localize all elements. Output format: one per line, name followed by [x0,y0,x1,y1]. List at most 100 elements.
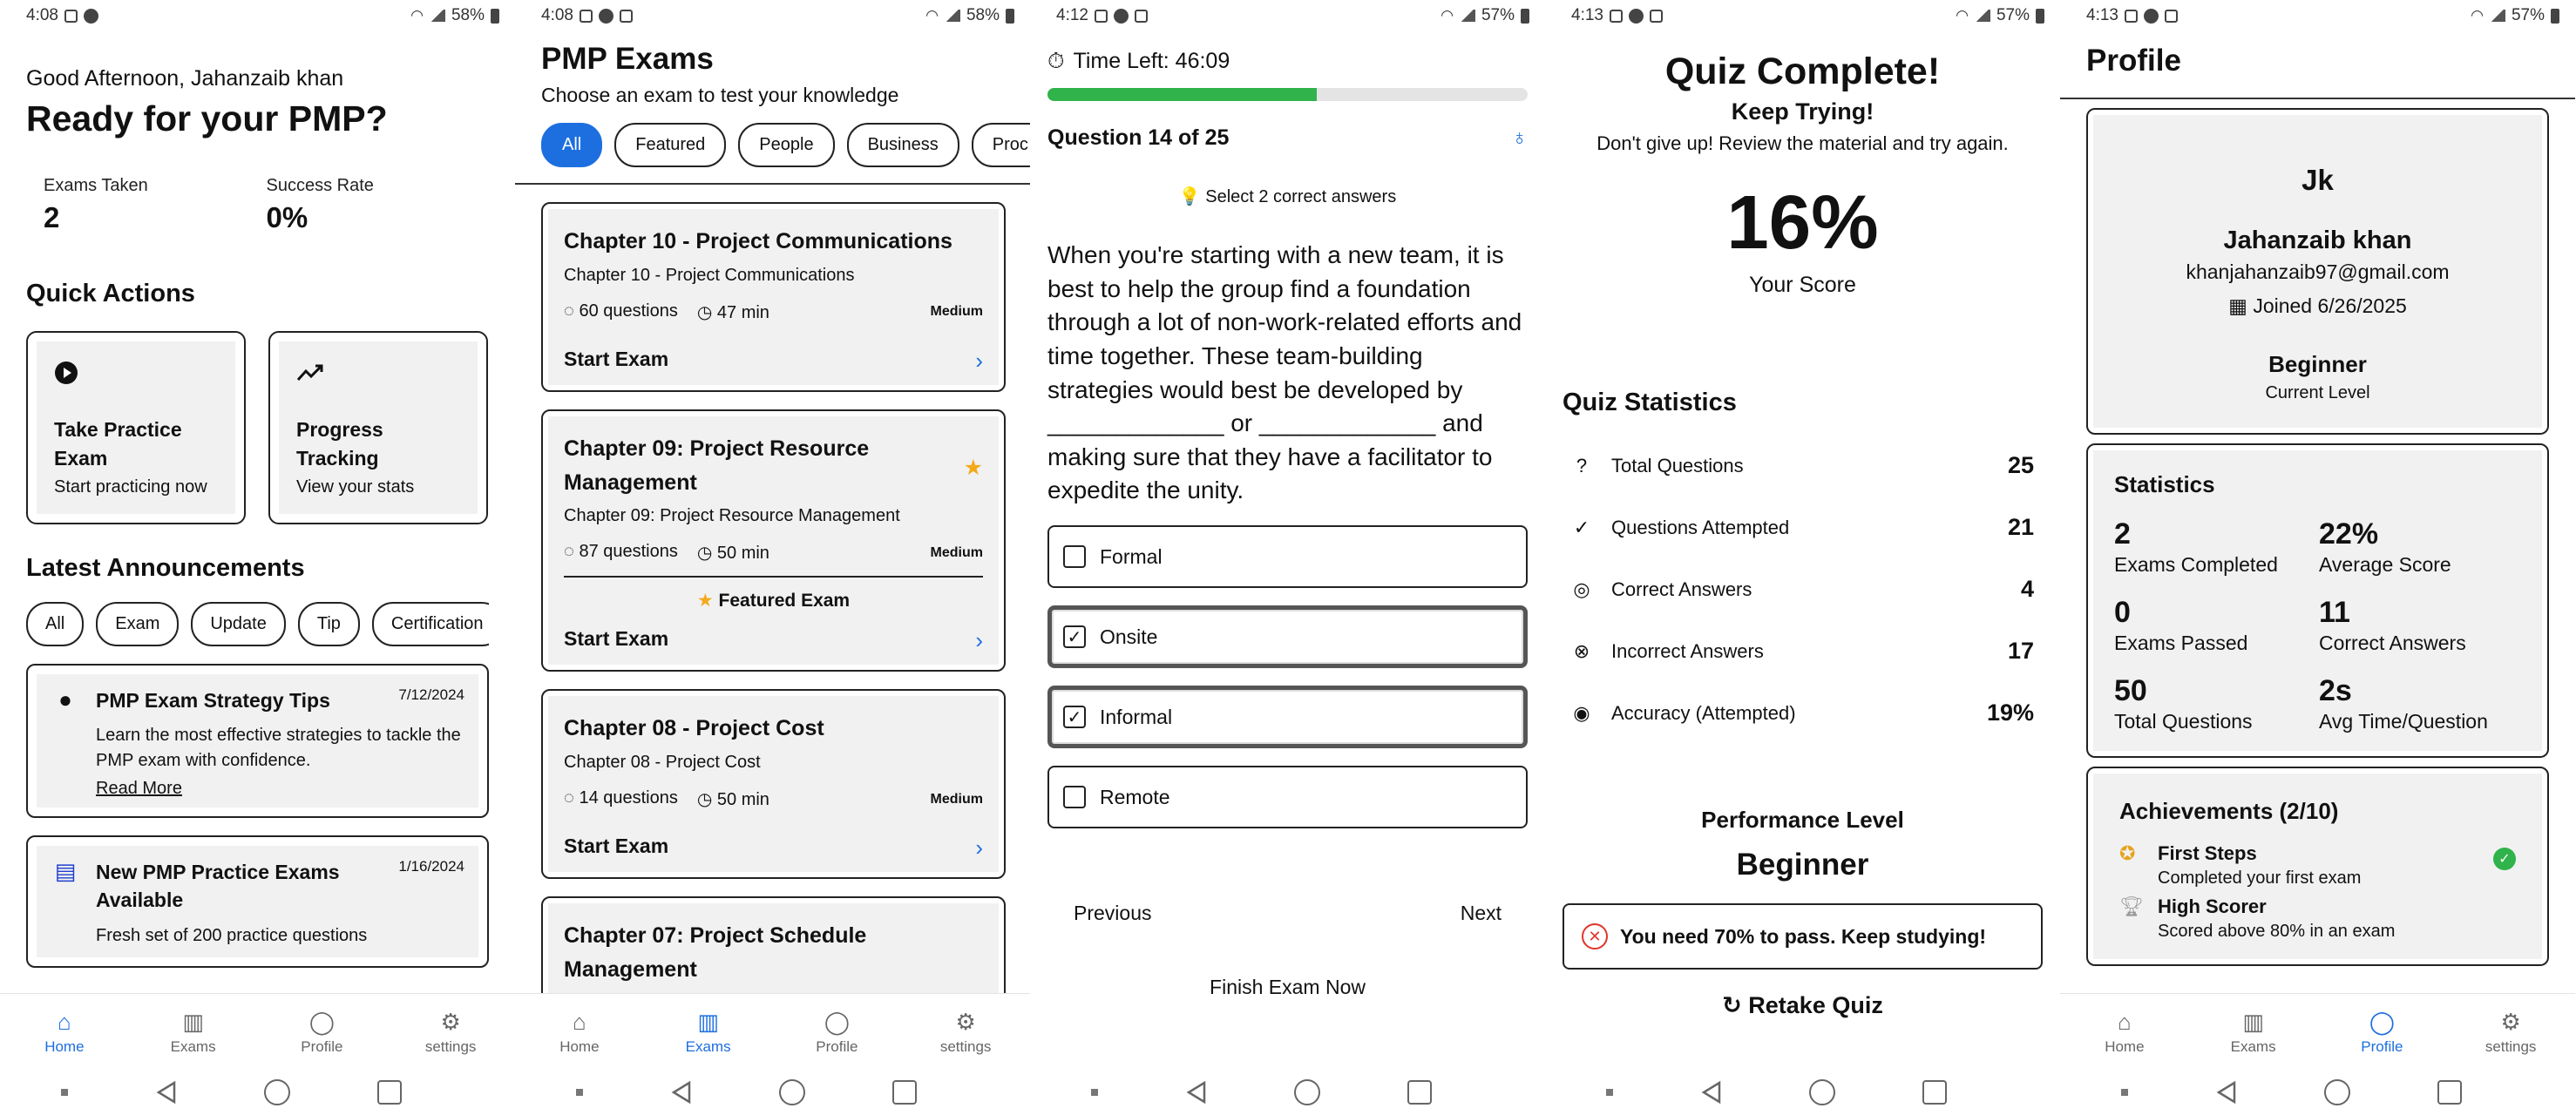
take-practice-exam-card[interactable]: Take Practice Exam Start practicing now [26,331,246,524]
option-formal[interactable]: Formal [1047,525,1528,588]
exam-card[interactable]: Chapter 08 - Project Cost Chapter 08 - P… [541,689,1006,879]
home-icon: ⌂ [2118,1008,2132,1035]
filter-featured[interactable]: Featured [614,123,727,167]
home-icon: ⌂ [573,1008,586,1035]
signal-icon [429,10,445,22]
home-button-icon[interactable] [264,1079,291,1105]
filter-all[interactable]: All [26,602,85,646]
option-label: Remote [1100,785,1170,808]
duration: ◷ 50 min [696,790,769,809]
refresh-icon: ↻ [1722,992,1742,1018]
checkbox-checked[interactable]: ✓ [1063,706,1086,728]
filter-business[interactable]: Business [846,123,959,167]
nav-label: settings [424,1037,477,1055]
stat-row: ◉ Accuracy (Attempted) 19% [1563,699,2043,726]
recents-icon[interactable] [1922,1080,1948,1105]
back-icon[interactable] [670,1080,693,1105]
back-icon[interactable] [1700,1080,1723,1105]
featured-badge: ★ Featured Exam [564,576,983,612]
nav-exams[interactable]: ▥ Exams [656,1009,761,1056]
previous-button[interactable]: Previous [1074,902,1151,925]
filter-people[interactable]: People [738,123,835,167]
page-title: Ready for your PMP? [26,98,388,139]
play-icon [55,362,78,384]
nav-settings[interactable]: ⚙ settings [2458,1009,2563,1056]
home-button-icon[interactable] [1809,1079,1836,1105]
home-button-icon[interactable] [1294,1079,1321,1105]
nav-exams[interactable]: ▥ Exams [2201,1009,2306,1056]
option-informal[interactable]: ✓ Informal [1047,686,1528,748]
achievement-desc: Completed your first exam [2158,868,2362,888]
achievements-heading: Achievements (2/10) [2119,798,2339,824]
star-icon[interactable]: ★ [964,451,983,500]
nav-profile[interactable]: ◯ Profile [269,1009,374,1056]
question-text: When you're starting with a new team, it… [1047,241,1522,504]
start-exam-button[interactable]: Start Exam › [564,348,983,375]
nav-settings[interactable]: ⚙ settings [398,1009,503,1056]
option-remote[interactable]: Remote [1047,766,1528,828]
app-icon [1113,8,1129,24]
exam-card[interactable]: Chapter 09: Project Resource Management ★… [541,409,1006,672]
stat-label: Questions Attempted [1611,516,1790,538]
result-screen: 4:13 ◠ 57% Quiz Complete! Keep Trying! Do… [1545,0,2060,1115]
start-label: Start Exam [564,347,669,370]
stat-value: 50 [2114,674,2147,707]
back-icon[interactable] [2215,1080,2238,1105]
join-date: ▦ Joined 6/26/2025 [2228,294,2407,317]
announcement-title: New PMP Practice Exams Available [96,861,340,912]
finish-exam-button[interactable]: Finish Exam Now [1047,976,1528,999]
nav-profile[interactable]: ◯ Profile [2329,1009,2434,1056]
gear-icon: ⚙ [955,1008,976,1035]
filter-certification[interactable]: Certification [371,602,489,646]
back-icon[interactable] [1185,1080,1208,1105]
statistics-heading: Statistics [2114,471,2215,497]
home-button-icon[interactable] [779,1079,806,1105]
start-exam-button[interactable]: Start Exam › [564,835,983,862]
page-subtitle: Choose an exam to test your knowledge [541,84,899,106]
announcement-card[interactable]: ▤ New PMP Practice Exams Available 1/16/2… [26,835,489,968]
instagram-icon [2124,9,2138,23]
home-button-icon[interactable] [2324,1079,2351,1105]
checkbox[interactable] [1063,786,1086,808]
nav-home[interactable]: ⌂ Home [527,1009,632,1056]
app-icon [1628,8,1644,24]
nav-profile[interactable]: ◯ Profile [784,1009,889,1056]
retake-quiz-button[interactable]: ↻ Retake Quiz [1563,992,2043,1019]
stat-label: Total Questions [2114,710,2253,733]
option-onsite[interactable]: ✓ Onsite [1047,605,1528,668]
stat-value: 2 [2114,517,2131,551]
nav-settings[interactable]: ⚙ settings [913,1009,1018,1056]
filter-all[interactable]: All [541,123,603,167]
announcement-desc: Learn the most effective strategies to t… [96,726,461,771]
exam-card[interactable]: Chapter 07: Project Schedule Management [541,896,1006,1004]
stat-item: 22% Average Score [2319,517,2521,577]
nav-exams[interactable]: ▥ Exams [141,1009,246,1056]
exam-title: Chapter 09: Project Resource Management [564,436,870,495]
recents-icon[interactable] [2437,1080,2463,1105]
filter-update[interactable]: Update [191,602,286,646]
stat-value: 2 [44,201,60,233]
start-exam-button[interactable]: Start Exam › [564,627,983,654]
stat-label: Exams Passed [2114,632,2248,654]
checkbox-checked[interactable]: ✓ [1063,625,1086,648]
back-icon[interactable] [155,1080,178,1105]
next-button[interactable]: Next [1461,902,1502,925]
recents-icon[interactable] [377,1080,403,1105]
lightbulb-icon[interactable]: ♁ [1511,125,1528,151]
read-more-link[interactable]: Read More [96,779,464,799]
exam-card[interactable]: Chapter 10 - Project Communications Chap… [541,202,1006,392]
filter-process[interactable]: Proc [971,123,1030,167]
nav-home[interactable]: ⌂ Home [12,1009,117,1056]
wifi-icon: ◠ [2471,7,2484,24]
avatar-initials: Jk [2301,164,2334,196]
recents-icon[interactable] [1407,1080,1433,1105]
nav-dot-icon [1090,1089,1098,1096]
filter-tip[interactable]: Tip [297,602,360,646]
recents-icon[interactable] [892,1080,918,1105]
filter-exam[interactable]: Exam [96,602,180,646]
announcement-card[interactable]: ● PMP Exam Strategy Tips 7/12/2024 Learn … [26,664,489,819]
checkbox[interactable] [1063,545,1086,568]
progress-tracking-card[interactable]: Progress Tracking View your stats [268,331,488,524]
nav-home[interactable]: ⌂ Home [2072,1009,2177,1056]
stat-value: 0 [2114,596,2131,629]
